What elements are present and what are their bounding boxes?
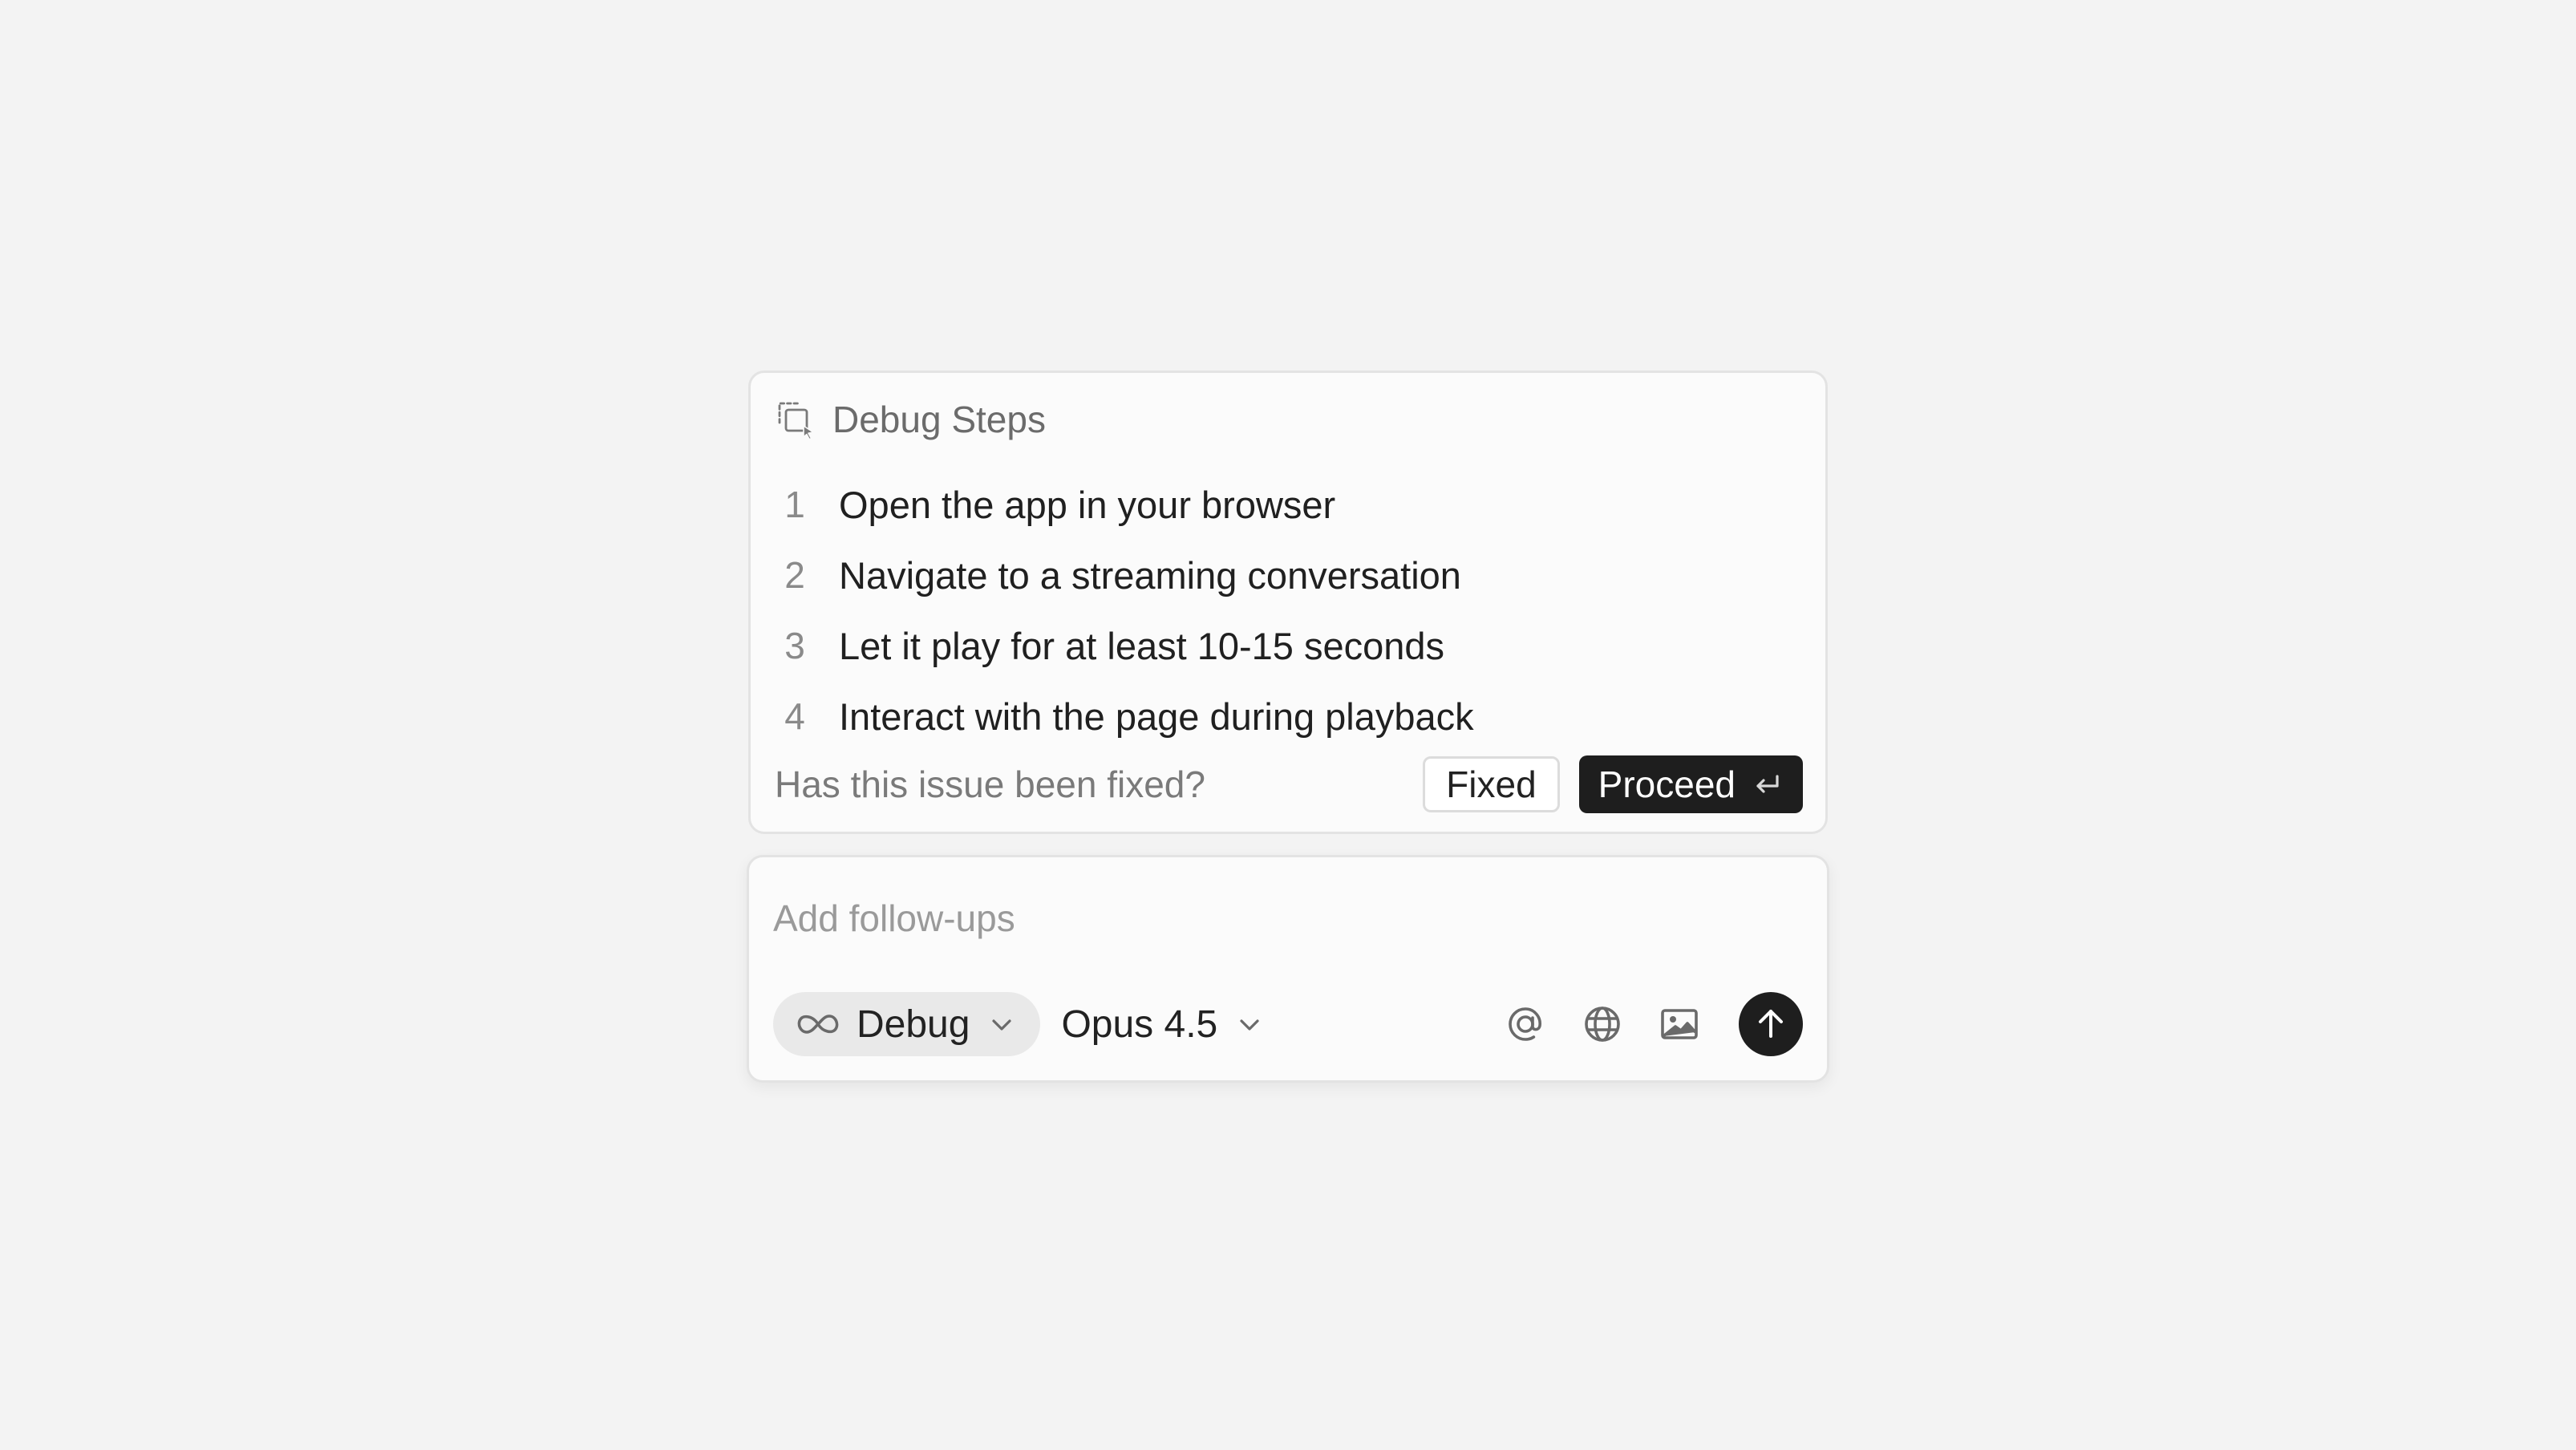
step-number: 4: [784, 695, 805, 737]
proceed-button-label: Proceed: [1598, 763, 1736, 805]
step-text: Navigate to a streaming conversation: [839, 553, 1461, 597]
mode-label: Debug: [857, 1002, 970, 1046]
debug-steps-header: Debug Steps: [775, 395, 1046, 444]
fix-confirmation-row: Has this issue been fixed? Fixed Proceed: [775, 755, 1803, 814]
select-area-cursor-icon: [775, 399, 816, 440]
fixed-button-label: Fixed: [1446, 763, 1537, 805]
step-number: 3: [784, 625, 805, 666]
chevron-down-icon: [987, 1010, 1016, 1039]
send-button[interactable]: [1739, 992, 1803, 1056]
globe-icon[interactable]: [1578, 1000, 1626, 1048]
debug-steps-title: Debug Steps: [832, 399, 1046, 440]
chevron-down-icon: [1235, 1010, 1264, 1039]
mode-selector[interactable]: Debug: [773, 992, 1041, 1056]
model-selector[interactable]: Opus 4.5: [1061, 992, 1264, 1056]
proceed-button[interactable]: Proceed: [1578, 755, 1803, 813]
step-item: 3 Let it play for at least 10-15 seconds: [775, 610, 1474, 681]
step-item: 1 Open the app in your browser: [775, 469, 1474, 540]
infinity-icon: [792, 1008, 844, 1040]
fix-question: Has this issue been fixed?: [775, 763, 1205, 805]
step-text: Interact with the page during playback: [839, 695, 1474, 738]
composer-card: Debug Opus 4.5: [747, 855, 1829, 1083]
step-text: Let it play for at least 10-15 seconds: [839, 624, 1445, 667]
enter-key-icon: [1752, 768, 1784, 800]
follow-up-input[interactable]: [773, 893, 1736, 944]
step-item: 2 Navigate to a streaming conversation: [775, 540, 1474, 610]
composer-toolbar: Debug Opus 4.5: [773, 992, 1803, 1056]
steps-list: 1 Open the app in your browser 2 Navigat…: [775, 469, 1474, 751]
step-number: 1: [784, 484, 805, 525]
debug-steps-card: Debug Steps 1 Open the app in your brows…: [748, 371, 1828, 834]
arrow-up-icon: [1753, 1006, 1788, 1043]
at-mention-icon[interactable]: [1501, 1000, 1549, 1048]
fixed-button[interactable]: Fixed: [1423, 756, 1560, 812]
model-label: Opus 4.5: [1061, 1002, 1218, 1046]
step-text: Open the app in your browser: [839, 483, 1336, 526]
image-icon[interactable]: [1655, 1000, 1703, 1048]
step-number: 2: [784, 554, 805, 596]
step-item: 4 Interact with the page during playback: [775, 681, 1474, 751]
